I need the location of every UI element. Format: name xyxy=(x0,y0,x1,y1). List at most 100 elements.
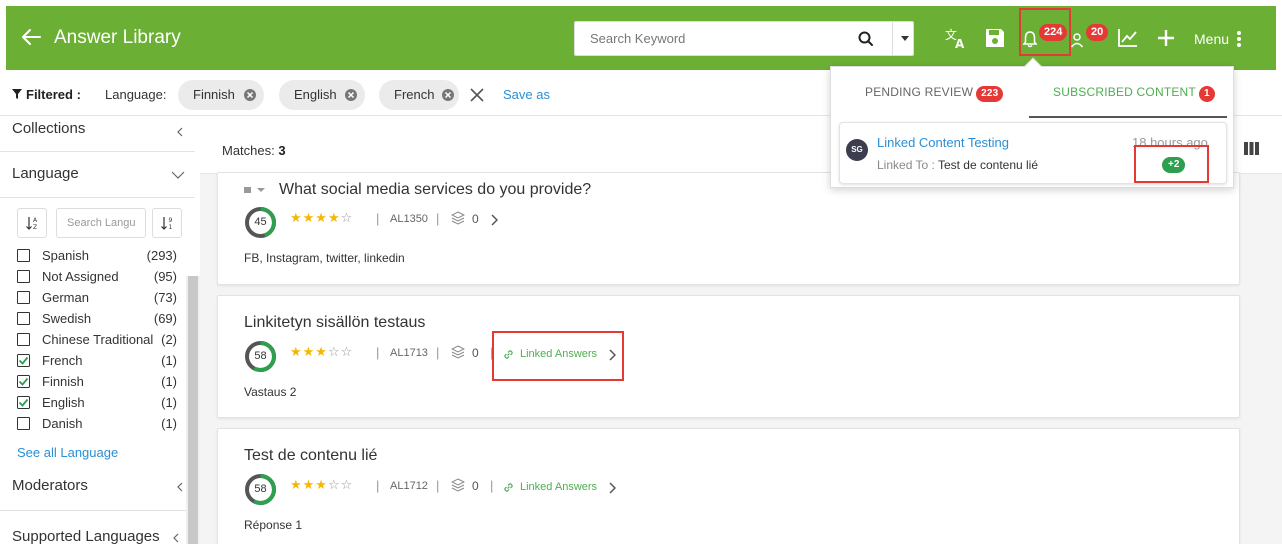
user-count-badge: 20 xyxy=(1086,24,1109,41)
active-tab-indicator xyxy=(1029,116,1227,118)
language-search-input[interactable]: Search Langu xyxy=(56,208,146,238)
svg-text:9: 9 xyxy=(169,217,173,224)
chevron-left-icon xyxy=(177,127,183,137)
filtered-label: Filtered : xyxy=(26,87,81,102)
separator: | xyxy=(376,211,380,226)
card-title[interactable]: Test de contenu lié xyxy=(244,447,377,465)
language-item-spanish[interactable]: Spanish (293) xyxy=(17,246,177,266)
card-title[interactable]: What social media services do you provid… xyxy=(279,181,591,199)
card-answer: FB, Instagram, twitter, linkedin xyxy=(244,251,405,265)
save-icon[interactable] xyxy=(983,26,1007,50)
checkbox[interactable] xyxy=(17,249,30,262)
tab-subscribed-content[interactable]: SUBSCRIBED CONTENT 1 xyxy=(1053,85,1215,102)
language-item-chinese-traditional[interactable]: Chinese Traditional (2) xyxy=(17,330,177,350)
checkbox-checked-icon[interactable] xyxy=(17,396,30,409)
layer-count: 0 xyxy=(472,479,479,493)
analytics-chart-icon[interactable] xyxy=(1116,26,1140,50)
search-box xyxy=(574,21,914,56)
filter-chip-french: French xyxy=(379,80,459,110)
sidebar: Collections Language A Z Search Langu 9 … xyxy=(0,116,200,544)
chevron-right-icon[interactable] xyxy=(490,214,498,226)
language-item-english[interactable]: English (1) xyxy=(17,393,177,413)
save-as-link[interactable]: Save as xyxy=(503,87,550,102)
filter-chip-english: English xyxy=(279,80,365,110)
search-options-caret-icon[interactable] xyxy=(901,36,909,41)
card-title[interactable]: Linkitetyn sisällön testaus xyxy=(244,314,425,332)
language-item-danish[interactable]: Danish (1) xyxy=(17,414,177,434)
sidebar-section-supported-languages[interactable]: Supported Languages xyxy=(0,528,195,544)
sidebar-scrollbar-thumb[interactable] xyxy=(188,276,198,544)
user-icon[interactable] xyxy=(1070,32,1084,48)
card-answer: Vastaus 2 xyxy=(244,385,297,399)
answer-card[interactable]: Test de contenu lié 58 ★★★☆☆ | AL1712 | … xyxy=(217,428,1240,544)
layer-count: 0 xyxy=(472,346,479,360)
add-icon[interactable] xyxy=(1154,26,1178,50)
sidebar-section-moderators[interactable]: Moderators xyxy=(0,477,195,497)
columns-view-icon[interactable] xyxy=(1244,142,1259,155)
menu-button[interactable]: Menu xyxy=(1194,31,1229,47)
sort-numeric-icon: 9 1 xyxy=(161,217,173,231)
separator: | xyxy=(490,478,494,493)
remove-chip-icon[interactable] xyxy=(345,89,357,101)
see-all-languages-link[interactable]: See all Language xyxy=(17,445,118,460)
layers-icon xyxy=(451,345,465,359)
tab-pending-review[interactable]: PENDING REVIEW 223 xyxy=(865,85,1004,102)
separator: | xyxy=(436,478,440,493)
score-ring: 45 xyxy=(244,206,277,239)
language-item-french[interactable]: French (1) xyxy=(17,351,177,371)
notifications-dropdown: PENDING REVIEW 223 SUBSCRIBED CONTENT 1 SG… xyxy=(830,57,1234,188)
clear-filters-icon[interactable] xyxy=(470,88,484,102)
linked-to-text: Linked To : Test de contenu lié xyxy=(877,158,1039,172)
star-rating: ★★★☆☆ xyxy=(290,344,354,359)
translate-icon[interactable]: 文 A xyxy=(944,26,968,50)
svg-text:A: A xyxy=(955,37,965,50)
chevron-right-icon[interactable] xyxy=(608,482,616,494)
remove-chip-icon[interactable] xyxy=(442,89,454,101)
linked-answers-link[interactable]: Linked Answers xyxy=(520,481,597,493)
sidebar-section-collections[interactable]: Collections xyxy=(0,120,195,140)
separator: | xyxy=(376,345,380,360)
answer-id: AL1713 xyxy=(390,347,428,359)
more-vertical-icon[interactable] xyxy=(1237,30,1241,48)
sort-alpha-button[interactable]: A Z xyxy=(17,208,47,238)
sidebar-section-language[interactable]: Language xyxy=(0,165,195,185)
separator: | xyxy=(436,211,440,226)
notification-title-link[interactable]: Linked Content Testing xyxy=(877,135,1009,150)
search-separator xyxy=(892,22,893,55)
search-icon[interactable] xyxy=(857,30,875,48)
language-item-swedish[interactable]: Swedish (69) xyxy=(17,309,177,329)
back-arrow-icon[interactable] xyxy=(20,26,42,48)
sort-count-button[interactable]: 9 1 xyxy=(152,208,182,238)
svg-text:Z: Z xyxy=(33,224,37,231)
answer-card[interactable]: Linkitetyn sisällön testaus 58 ★★★☆☆ | A… xyxy=(217,295,1240,418)
notification-item[interactable]: SG Linked Content Testing 18 hours ago L… xyxy=(839,122,1227,184)
language-item-not-assigned[interactable]: Not Assigned (95) xyxy=(17,267,177,287)
sort-alpha-icon: A Z xyxy=(26,217,38,231)
svg-text:A: A xyxy=(33,217,38,224)
language-item-finnish[interactable]: Finnish (1) xyxy=(17,372,177,392)
score-ring: 58 xyxy=(244,340,277,373)
search-input[interactable] xyxy=(575,22,845,55)
chevron-left-icon xyxy=(173,533,179,543)
checkbox[interactable] xyxy=(17,291,30,304)
answer-id: AL1712 xyxy=(390,480,428,492)
checkbox-checked-icon[interactable] xyxy=(17,375,30,388)
card-answer: Réponse 1 xyxy=(244,518,303,532)
checkbox[interactable] xyxy=(17,312,30,325)
drag-handle-icon[interactable] xyxy=(244,185,268,195)
checkbox[interactable] xyxy=(17,333,30,346)
matches-summary: Matches: 3 xyxy=(222,143,286,158)
checkbox-checked-icon[interactable] xyxy=(17,354,30,367)
language-item-german[interactable]: German (73) xyxy=(17,288,177,308)
checkbox[interactable] xyxy=(17,270,30,283)
answer-card[interactable]: What social media services do you provid… xyxy=(217,172,1240,285)
star-rating: ★★★★☆ xyxy=(290,210,354,225)
avatar: SG xyxy=(846,139,868,161)
app-header: Answer Library 文 A 224 20 Menu xyxy=(6,6,1276,70)
page-title: Answer Library xyxy=(54,27,181,48)
checkbox[interactable] xyxy=(17,417,30,430)
star-rating: ★★★☆☆ xyxy=(290,477,354,492)
highlight-box-linked-answers xyxy=(492,331,624,381)
highlight-box-notifications xyxy=(1019,8,1071,56)
remove-chip-icon[interactable] xyxy=(244,89,256,101)
